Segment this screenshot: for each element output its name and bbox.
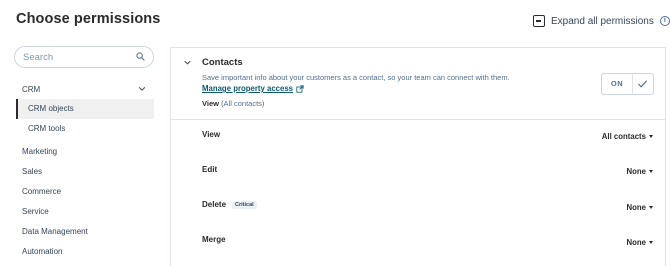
permission-label-delete: Delete xyxy=(202,200,227,209)
sidebar: CRM CRM objects CRM tools Marketing Sale… xyxy=(0,40,170,266)
permission-value-edit[interactable]: None xyxy=(627,167,647,176)
view-summary-value: (All contacts) xyxy=(221,99,265,108)
permission-label-edit: Edit xyxy=(202,165,218,174)
toggle-divider xyxy=(632,74,633,94)
sidebar-item-crm-tools[interactable]: CRM tools xyxy=(16,119,154,139)
manage-property-access-link[interactable]: Manage property access xyxy=(202,84,304,93)
expand-all-label[interactable]: Expand all permissions xyxy=(551,16,654,27)
permission-name: Merge xyxy=(202,235,226,244)
sidebar-item-marketing[interactable]: Marketing xyxy=(22,147,57,156)
collapse-square-icon[interactable] xyxy=(533,15,545,27)
permissions-panel: Contacts Save important info about your … xyxy=(170,47,666,266)
chevron-down-icon[interactable] xyxy=(138,85,146,93)
contacts-description: Save important info about your customers… xyxy=(202,73,510,82)
permission-label-view: View xyxy=(202,130,221,139)
permission-label-merge: Merge xyxy=(202,235,226,244)
sidebar-item-automation[interactable]: Automation xyxy=(22,247,62,256)
permission-select-delete[interactable]: None xyxy=(627,203,653,212)
toggle-label[interactable]: ON xyxy=(602,74,632,94)
permission-value-view[interactable]: All contacts xyxy=(602,132,646,141)
sidebar-item-crm[interactable]: CRM xyxy=(22,85,146,94)
contacts-title: Contacts xyxy=(202,57,243,68)
check-icon[interactable] xyxy=(637,79,648,89)
sidebar-item-data-management[interactable]: Data Management xyxy=(22,227,88,236)
permission-select-merge[interactable]: None xyxy=(627,238,653,247)
sidebar-item-crm-label: CRM xyxy=(22,85,41,94)
caret-down-icon[interactable] xyxy=(649,241,653,244)
permission-row-delete: Delete Critical None xyxy=(171,191,665,227)
permission-row-edit: Edit None xyxy=(171,156,665,192)
contacts-access-toggle[interactable]: ON xyxy=(601,73,654,95)
contacts-section-header: Contacts Save important info about your … xyxy=(171,48,665,120)
critical-badge: Critical xyxy=(232,200,257,209)
search-input[interactable] xyxy=(23,50,131,65)
search-box[interactable] xyxy=(14,46,154,68)
permission-row-merge: Merge None xyxy=(171,226,665,262)
expand-all-toggle[interactable]: Expand all permissions i xyxy=(533,13,670,29)
permission-name: View xyxy=(202,130,220,139)
external-link-icon[interactable] xyxy=(296,84,304,93)
search-icon[interactable] xyxy=(136,52,145,61)
page-title: Choose permissions xyxy=(16,11,161,27)
permission-row-view: View All contacts xyxy=(171,121,665,157)
view-summary-label: View xyxy=(202,99,219,108)
caret-down-icon[interactable] xyxy=(649,135,653,138)
collapse-caret-icon[interactable] xyxy=(183,58,192,67)
permission-select-view[interactable]: All contacts xyxy=(602,132,653,141)
permission-name: Edit xyxy=(202,165,217,174)
permission-value-merge[interactable]: None xyxy=(627,238,647,247)
view-summary: View (All contacts) xyxy=(202,99,264,108)
page-header: Choose permissions Expand all permission… xyxy=(0,0,670,40)
sidebar-item-service[interactable]: Service xyxy=(22,207,49,216)
permission-select-edit[interactable]: None xyxy=(627,167,653,176)
permission-name: Delete Critical xyxy=(202,200,257,209)
manage-property-access-label[interactable]: Manage property access xyxy=(202,84,293,93)
sidebar-item-sales[interactable]: Sales xyxy=(22,167,42,176)
sidebar-item-commerce[interactable]: Commerce xyxy=(22,187,61,196)
info-icon[interactable]: i xyxy=(659,16,670,26)
permission-value-delete[interactable]: None xyxy=(627,203,647,212)
sidebar-item-crm-objects[interactable]: CRM objects xyxy=(16,99,154,119)
caret-down-icon[interactable] xyxy=(649,170,653,173)
caret-down-icon[interactable] xyxy=(649,206,653,209)
